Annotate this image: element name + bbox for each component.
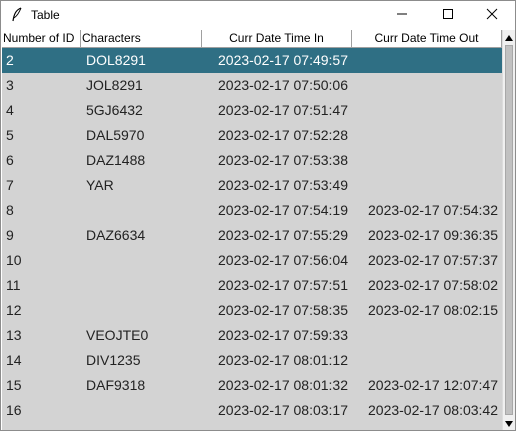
table-view[interactable]: Number of ID Characters Curr Date Time I… <box>2 30 502 430</box>
close-button[interactable] <box>469 1 515 30</box>
cell-time-in: 2023-02-17 07:57:51 <box>218 277 348 293</box>
app-window: Table Number of ID Characters Curr Date <box>0 0 516 431</box>
table-row[interactable]: 15 DAF9318 2023-02-17 08:01:32 2023-02-17 1… <box>2 373 502 398</box>
window-title: Table <box>31 8 60 22</box>
cell-id: 5 <box>6 127 14 143</box>
cell-time-in: 2023-02-17 07:56:04 <box>218 252 348 268</box>
cell-characters: DAZ1488 <box>86 152 146 168</box>
cell-id: 16 <box>6 402 22 418</box>
cell-time-in: 2023-02-17 07:59:33 <box>218 327 348 343</box>
cell-characters: DIV1235 <box>86 352 141 368</box>
cell-id: 4 <box>6 102 14 118</box>
feather-icon <box>10 7 24 23</box>
cell-id: 14 <box>6 352 22 368</box>
table-row[interactable]: 5 DAL5970 2023-02-17 07:52:28 <box>2 123 502 148</box>
arrow-up-icon <box>505 28 513 46</box>
table-row[interactable]: 14 DIV1235 2023-02-17 08:01:12 <box>2 348 502 373</box>
cell-id: 9 <box>6 227 14 243</box>
cell-time-out: 2023-02-17 07:58:02 <box>368 277 498 293</box>
cell-time-in: 2023-02-17 07:53:38 <box>218 152 348 168</box>
cell-characters: 5GJ6432 <box>86 102 143 118</box>
cell-time-out: 2023-02-17 07:54:32 <box>368 202 498 218</box>
cell-time-in: 2023-02-17 07:52:28 <box>218 127 348 143</box>
cell-time-in: 2023-02-17 07:50:06 <box>218 77 348 93</box>
cell-characters: DAL5970 <box>86 127 145 143</box>
cell-time-in: 2023-02-17 07:55:29 <box>218 227 348 243</box>
cell-id: 15 <box>6 377 22 393</box>
cell-time-out <box>368 48 502 73</box>
minimize-icon <box>396 7 408 25</box>
cell-time-out <box>368 123 502 148</box>
cell-id: 10 <box>6 252 22 268</box>
table-row[interactable]: 7 YAR 2023-02-17 07:53:49 <box>2 173 502 198</box>
cell-time-out <box>368 323 502 348</box>
table-row[interactable]: 3 JOL8291 2023-02-17 07:50:06 <box>2 73 502 98</box>
cell-time-out: 2023-02-17 07:57:37 <box>368 252 498 268</box>
cell-characters: DOL8291 <box>86 52 146 68</box>
title-bar[interactable]: Table <box>1 1 515 30</box>
cell-time-out <box>368 98 502 123</box>
cell-characters: DAZ6634 <box>86 227 146 243</box>
column-header-time-in[interactable]: Curr Date Time In <box>202 30 352 47</box>
table-row[interactable]: 9 DAZ6634 2023-02-17 07:55:29 2023-02-17 09… <box>2 223 502 248</box>
scroll-thumb[interactable] <box>505 45 513 415</box>
table-row[interactable]: 13 VEOJTE0 2023-02-17 07:59:33 <box>2 323 502 348</box>
cell-id: 8 <box>6 202 14 218</box>
cell-time-out: 2023-02-17 08:02:15 <box>368 302 498 318</box>
cell-characters: DAF9318 <box>86 377 146 393</box>
maximize-icon <box>442 7 454 25</box>
cell-characters: YAR <box>86 177 114 193</box>
column-header-time-out[interactable]: Curr Date Time Out <box>352 30 502 47</box>
table-row[interactable]: 16 2023-02-17 08:03:17 2023-02-17 08:03:42 <box>2 398 502 423</box>
table-row[interactable]: 11 2023-02-17 07:57:51 2023-02-17 07:58:02 <box>2 273 502 298</box>
cell-characters <box>86 198 196 223</box>
cell-time-out: 2023-02-17 12:07:47 <box>368 377 498 393</box>
cell-time-in: 2023-02-17 07:49:57 <box>218 52 348 68</box>
cell-time-in: 2023-02-17 07:58:35 <box>218 302 348 318</box>
maximize-button[interactable] <box>425 1 471 30</box>
table-row[interactable]: 6 DAZ1488 2023-02-17 07:53:38 <box>2 148 502 173</box>
cell-id: 11 <box>6 277 21 293</box>
cell-time-out: 2023-02-17 09:36:35 <box>368 227 498 243</box>
cell-characters <box>86 298 196 323</box>
cell-time-in: 2023-02-17 07:54:19 <box>218 202 348 218</box>
cell-time-in: 2023-02-17 07:53:49 <box>218 177 348 193</box>
cell-id: 12 <box>6 302 22 318</box>
cell-time-out <box>368 348 502 373</box>
cell-characters: JOL8291 <box>86 77 143 93</box>
cell-time-out: 2023-02-17 08:03:42 <box>368 402 498 418</box>
cell-time-in: 2023-02-17 08:01:32 <box>218 377 348 393</box>
table-row[interactable]: 10 2023-02-17 07:56:04 2023-02-17 07:57:37 <box>2 248 502 273</box>
column-header-id[interactable]: Number of ID <box>2 30 81 47</box>
cell-characters <box>86 398 196 423</box>
table-header: Number of ID Characters Curr Date Time I… <box>2 30 502 48</box>
cell-characters <box>86 273 196 298</box>
close-icon <box>486 7 498 25</box>
table-row[interactable]: 12 2023-02-17 07:58:35 2023-02-17 08:02:15 <box>2 298 502 323</box>
cell-id: 6 <box>6 152 14 168</box>
scroll-up-button[interactable] <box>503 30 515 44</box>
column-header-characters[interactable]: Characters <box>81 30 202 47</box>
arrow-down-icon <box>505 414 513 432</box>
cell-time-in: 2023-02-17 08:01:12 <box>218 352 348 368</box>
cell-characters: VEOJTE0 <box>86 327 149 343</box>
cell-id: 7 <box>6 177 14 193</box>
cell-time-in: 2023-02-17 08:03:17 <box>218 402 348 418</box>
cell-id: 2 <box>6 52 14 68</box>
cell-id: 3 <box>6 77 14 93</box>
cell-time-out <box>368 148 502 173</box>
table-body: 2 DOL8291 2023-02-17 07:49:57 3 JOL8291 2023-… <box>2 48 502 423</box>
table-row[interactable]: 4 5GJ6432 2023-02-17 07:51:47 <box>2 98 502 123</box>
cell-time-in: 2023-02-17 07:51:47 <box>218 102 348 118</box>
table-row[interactable]: 2 DOL8291 2023-02-17 07:49:57 <box>2 48 502 73</box>
cell-time-out <box>368 73 502 98</box>
scroll-down-button[interactable] <box>503 416 515 430</box>
cell-time-out <box>368 173 502 198</box>
table-row[interactable]: 8 2023-02-17 07:54:19 2023-02-17 07:54:32 <box>2 198 502 223</box>
cell-characters <box>86 248 196 273</box>
vertical-scrollbar[interactable] <box>502 30 515 430</box>
cell-id: 13 <box>6 327 22 343</box>
minimize-button[interactable] <box>379 1 425 30</box>
